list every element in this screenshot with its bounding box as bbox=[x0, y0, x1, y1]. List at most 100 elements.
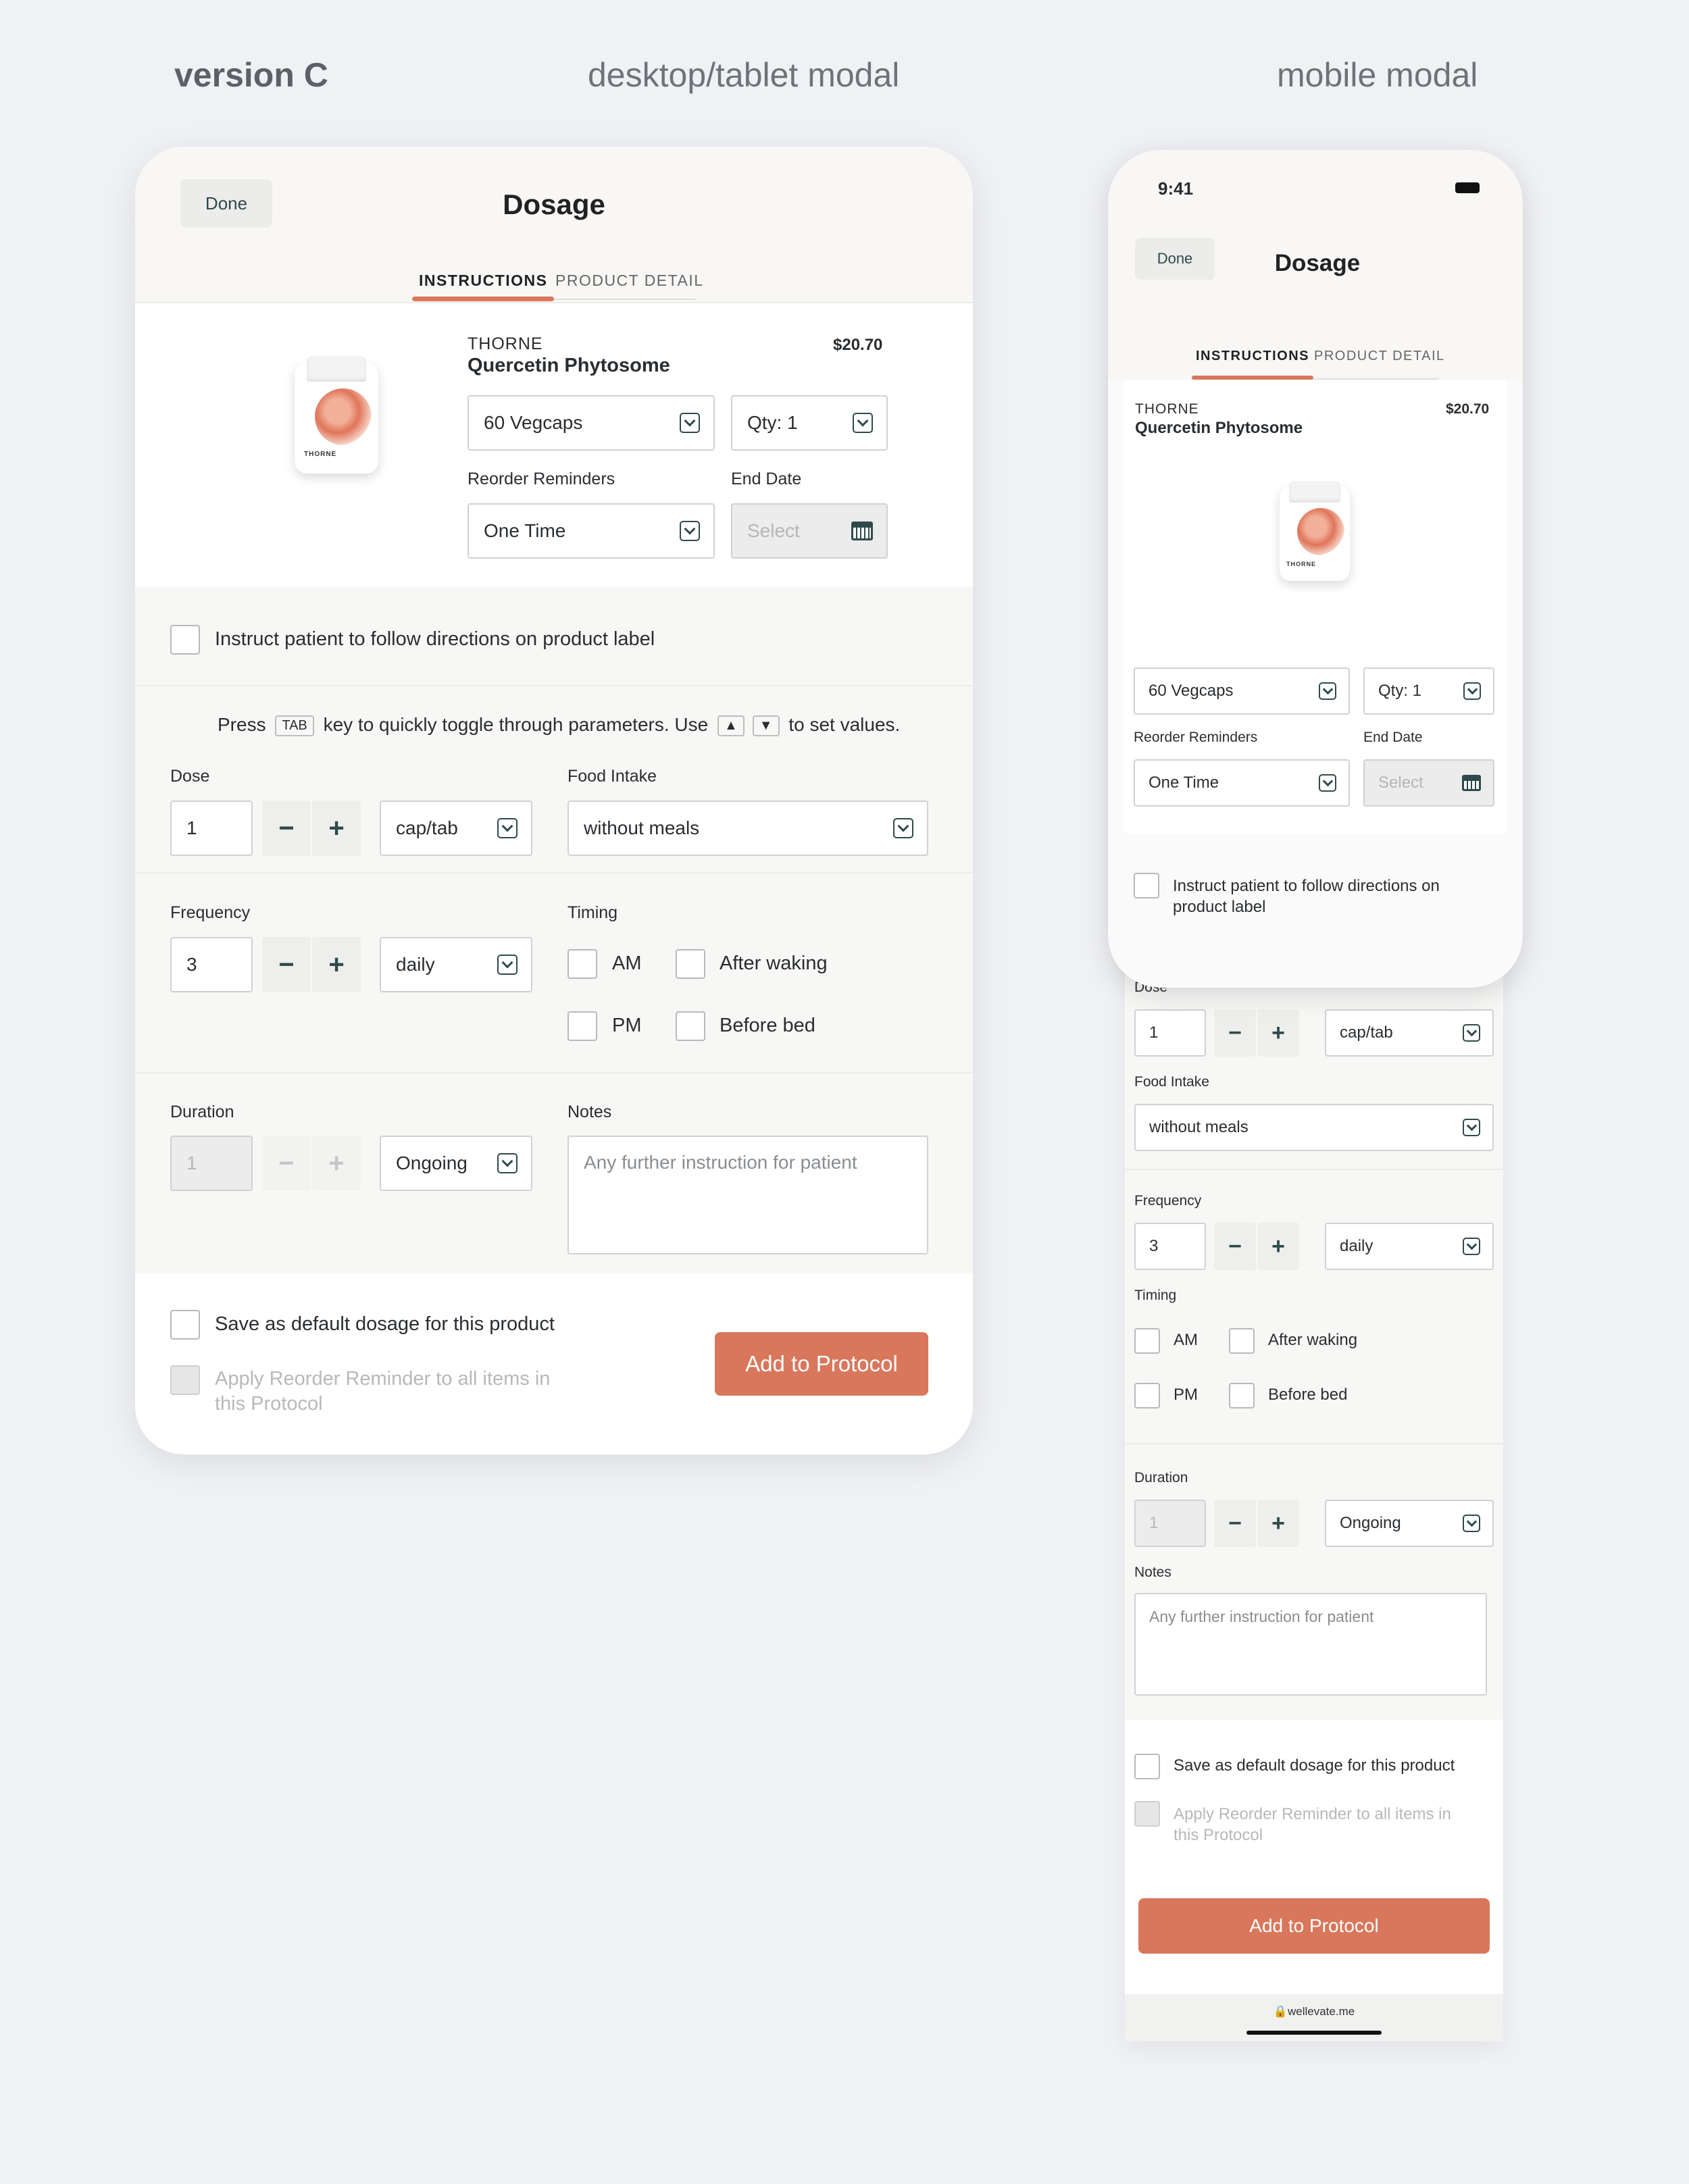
product-brand: THORNE bbox=[1135, 401, 1199, 417]
chevron-down-icon bbox=[497, 818, 518, 838]
frequency-increment-button[interactable]: + bbox=[312, 937, 361, 992]
divider bbox=[135, 302, 973, 303]
home-indicator bbox=[1246, 2031, 1382, 2035]
timing-pm-label: PM bbox=[612, 1015, 642, 1036]
chevron-down-icon bbox=[497, 955, 518, 975]
dose-input[interactable]: 1 bbox=[170, 801, 253, 856]
quantity-select[interactable]: Qty: 1 bbox=[1363, 667, 1494, 715]
dose-decrement-button[interactable]: − bbox=[262, 801, 311, 856]
done-button[interactable]: Done bbox=[1135, 238, 1215, 280]
frequency-input[interactable]: 3 bbox=[170, 937, 253, 992]
duration-label: Duration bbox=[170, 1102, 234, 1121]
dose-input[interactable]: 1 bbox=[1134, 1009, 1206, 1057]
duration-decrement-button[interactable]: − bbox=[1214, 1500, 1256, 1547]
timing-am-checkbox[interactable] bbox=[1134, 1328, 1160, 1354]
notes-textarea[interactable]: Any further instruction for patient bbox=[1134, 1593, 1487, 1696]
done-button[interactable]: Done bbox=[180, 179, 272, 228]
chevron-down-icon bbox=[1463, 682, 1481, 700]
modal-title: Dosage bbox=[503, 188, 605, 220]
chevron-down-icon bbox=[1319, 774, 1336, 792]
tab-product-detail[interactable]: PRODUCT DETAIL bbox=[555, 272, 704, 290]
size-select[interactable]: 60 Vegcaps bbox=[1134, 667, 1350, 715]
chevron-down-icon bbox=[1463, 1515, 1480, 1532]
notes-textarea[interactable]: Any further instruction for patient bbox=[568, 1136, 928, 1254]
frequency-unit-select[interactable]: daily bbox=[380, 937, 532, 992]
end-date-label: End Date bbox=[1363, 730, 1423, 745]
apply-reminder-checkbox[interactable] bbox=[170, 1365, 200, 1395]
dose-increment-button[interactable]: + bbox=[312, 801, 361, 856]
mobile-heading: mobile modal bbox=[1277, 56, 1478, 94]
frequency-input[interactable]: 3 bbox=[1134, 1223, 1206, 1270]
size-select[interactable]: 60 Vegcaps bbox=[468, 395, 715, 451]
timing-am-checkbox[interactable] bbox=[568, 949, 597, 979]
add-to-protocol-button[interactable]: Add to Protocol bbox=[1138, 1898, 1490, 1954]
food-intake-select[interactable]: without meals bbox=[1134, 1104, 1494, 1151]
frequency-label: Frequency bbox=[170, 903, 251, 922]
notes-label: Notes bbox=[568, 1102, 612, 1121]
duration-unit-select[interactable]: Ongoing bbox=[380, 1136, 532, 1191]
frequency-unit-select[interactable]: daily bbox=[1325, 1223, 1494, 1270]
duration-input[interactable]: 1 bbox=[170, 1136, 253, 1191]
timing-before-bed-checkbox[interactable] bbox=[1229, 1383, 1255, 1408]
save-default-label: Save as default dosage for this product bbox=[215, 1313, 555, 1335]
chevron-down-icon bbox=[1319, 682, 1336, 700]
url-bar[interactable]: 🔒wellevate.me bbox=[1125, 2005, 1503, 2018]
active-tab-indicator bbox=[412, 297, 554, 301]
timing-pm-checkbox[interactable] bbox=[1134, 1383, 1160, 1408]
timing-after-waking-label: After waking bbox=[1268, 1331, 1358, 1349]
chevron-down-icon bbox=[497, 1153, 518, 1173]
duration-input[interactable]: 1 bbox=[1134, 1500, 1206, 1547]
reorder-select[interactable]: One Time bbox=[1134, 759, 1350, 807]
quantity-select[interactable]: Qty: 1 bbox=[731, 395, 888, 451]
reorder-select[interactable]: One Time bbox=[468, 503, 715, 559]
chevron-down-icon bbox=[893, 818, 913, 838]
duration-increment-button[interactable]: + bbox=[1257, 1500, 1299, 1547]
food-intake-select[interactable]: without meals bbox=[568, 801, 928, 856]
mobile-modal-scroll-content: Dose 1 − + cap/tab Food Intake without m… bbox=[1125, 954, 1503, 2041]
dose-increment-button[interactable]: + bbox=[1257, 1009, 1299, 1057]
frequency-decrement-button[interactable]: − bbox=[1214, 1223, 1256, 1270]
product-price: $20.70 bbox=[833, 336, 883, 354]
food-intake-label: Food Intake bbox=[568, 767, 657, 786]
save-default-checkbox[interactable] bbox=[170, 1310, 200, 1340]
timing-before-bed-label: Before bed bbox=[1268, 1386, 1348, 1404]
mobile-phone-frame: 9:41 9:41 Done Dosage INSTRUCTIONS PRODU… bbox=[1108, 150, 1523, 988]
follow-label-checbox[interactable] bbox=[1134, 873, 1159, 898]
timing-after-waking-checkbox[interactable] bbox=[676, 949, 705, 979]
dose-unit-select[interactable]: cap/tab bbox=[1325, 1009, 1494, 1057]
timing-am-label: AM bbox=[612, 953, 642, 974]
reorder-label: Reorder Reminders bbox=[468, 469, 615, 488]
timing-after-waking-checkbox[interactable] bbox=[1229, 1328, 1255, 1354]
frequency-label: Frequency bbox=[1134, 1193, 1202, 1209]
duration-decrement-button[interactable]: − bbox=[262, 1136, 311, 1191]
end-date-picker[interactable]: Select bbox=[731, 503, 888, 559]
dose-unit-select[interactable]: cap/tab bbox=[380, 801, 532, 856]
dose-decrement-button[interactable]: − bbox=[1214, 1009, 1256, 1057]
divider bbox=[135, 685, 973, 686]
duration-increment-button[interactable]: + bbox=[312, 1136, 361, 1191]
add-to-protocol-button[interactable]: Add to Protocol bbox=[715, 1332, 928, 1396]
follow-label-checkbox[interactable] bbox=[170, 625, 200, 655]
apply-reminder-checkbox[interactable] bbox=[1134, 1801, 1160, 1827]
tab-instructions[interactable]: INSTRUCTIONS bbox=[419, 272, 548, 290]
apply-reminder-label: Apply Reorder Reminder to all items in t… bbox=[215, 1368, 551, 1415]
end-date-picker[interactable]: Select bbox=[1363, 759, 1494, 807]
dose-label: Dose bbox=[170, 767, 210, 786]
modal-title: Dosage bbox=[1274, 250, 1361, 276]
follow-label-text: Instruct patient to follow directions on… bbox=[215, 628, 655, 650]
timing-label: Timing bbox=[568, 903, 618, 922]
apply-reminder-label: Apply Reorder Reminder to all items in t… bbox=[1174, 1805, 1451, 1844]
tab-product-detail[interactable]: PRODUCT DETAIL bbox=[1314, 349, 1445, 364]
tab-instructions[interactable]: INSTRUCTIONS bbox=[1196, 349, 1309, 364]
notes-label: Notes bbox=[1134, 1565, 1171, 1580]
timing-before-bed-checkbox[interactable] bbox=[676, 1011, 705, 1041]
timing-before-bed-label: Before bed bbox=[720, 1015, 815, 1036]
chevron-down-icon bbox=[680, 413, 700, 433]
duration-unit-select[interactable]: Ongoing bbox=[1325, 1500, 1494, 1547]
frequency-decrement-button[interactable]: − bbox=[262, 937, 311, 992]
save-default-checkbox[interactable] bbox=[1134, 1754, 1160, 1779]
timing-pm-checkbox[interactable] bbox=[568, 1011, 597, 1041]
timing-pm-label: PM bbox=[1174, 1386, 1198, 1404]
chevron-down-icon bbox=[680, 521, 700, 541]
frequency-increment-button[interactable]: + bbox=[1257, 1223, 1299, 1270]
